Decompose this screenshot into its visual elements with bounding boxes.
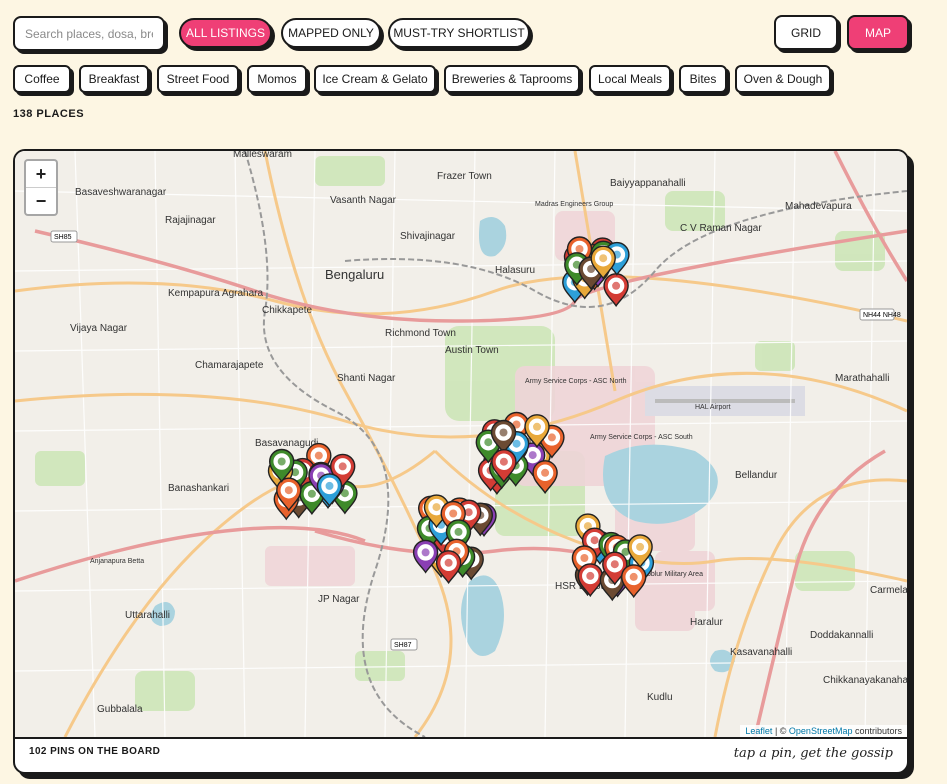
map-label: Chikkanayakanahalli [823,675,907,686]
map-label: Gubbalala [97,704,143,715]
attribution-suffix: contributors [852,726,902,736]
map-label: C V Raman Nagar [680,223,762,234]
zoom-out-button[interactable]: − [26,187,56,214]
map-label: Vijaya Nagar [70,323,128,334]
map-label: Kudlu [647,692,673,703]
map-label: Shivajinagar [400,231,456,242]
category-ice-cream[interactable]: Ice Cream & Gelato [314,65,436,93]
map-label: Madras Engineers Group [535,201,613,208]
map-canvas[interactable]: Malleswaram Frazer Town Basaveshwaranaga… [15,151,907,739]
map-label: Baiyyappanahalli [610,178,686,189]
road-shield: SH87 [394,642,412,649]
map-tagline: tap a pin, get the gossip [733,746,893,761]
category-bites[interactable]: Bites [679,65,727,93]
category-momos[interactable]: Momos [247,65,307,93]
map-label: Ibblur Military Area [645,571,703,578]
map-label: Chikkapete [262,305,312,316]
map-label: Rajajinagar [165,215,216,226]
map-label: Austin Town [445,345,499,356]
category-oven-dough[interactable]: Oven & Dough [735,65,831,93]
filter-must-try-button[interactable]: MUST-TRY SHORTLIST [388,18,530,48]
map-label: Carmela [870,585,907,596]
map-label: HAL Airport [695,404,731,411]
map-attribution: Leaflet | © OpenStreetMap contributors [740,725,907,737]
map-label: Halasuru [495,265,535,276]
attribution-separator: | © [772,726,789,736]
map-label: Uttarahalli [125,610,170,621]
road-shield: NH44 NH48 [863,312,901,319]
map-label: Basaveshwaranagar [75,187,167,198]
places-count: 138 PLACES [13,108,85,120]
map-label: Vasanth Nagar [330,195,397,206]
map-label: Basavanagudi [255,438,318,449]
search-input[interactable] [13,16,165,51]
zoom-in-button[interactable]: + [26,161,56,187]
map-label: Kempapura Agrahara [168,288,264,299]
map-card: Malleswaram Frazer Town Basaveshwaranaga… [13,149,909,774]
road-shield: SH85 [54,234,72,241]
category-local-meals[interactable]: Local Meals [589,65,671,93]
map-label: JP Nagar [318,594,360,605]
map-label: Frazer Town [437,171,492,182]
map-label: Army Service Corps - ASC North [525,378,627,385]
map-label: Richmond Town [385,328,456,339]
map-label: Marathahalli [835,373,889,384]
map-label: Doddakannalli [810,630,873,641]
category-breakfast[interactable]: Breakfast [79,65,149,93]
map-label: Haralur [690,617,723,628]
map-label: Anjanapura Betta [90,558,144,565]
map-label: Kasavanahalli [730,647,792,658]
map-label: Chamarajapete [195,360,264,371]
map-label: Shanti Nagar [337,373,396,384]
zoom-control: + − [24,159,58,216]
map-tiles: Malleswaram Frazer Town Basaveshwaranaga… [15,151,907,737]
map-label: Bellandur [735,470,778,481]
map-label: Malleswaram [233,151,292,160]
leaflet-link[interactable]: Leaflet [745,726,772,736]
grid-view-button[interactable]: GRID [774,15,838,50]
map-label: Bengaluru [325,267,384,282]
category-breweries[interactable]: Breweries & Taprooms [444,65,580,93]
map-label: Army Service Corps - ASC South [590,434,693,441]
map-label: Mahadevapura [785,201,852,212]
map-view-button[interactable]: MAP [847,15,909,50]
category-street-food[interactable]: Street Food [157,65,239,93]
filter-mapped-only-button[interactable]: MAPPED ONLY [281,18,381,48]
map-label: Banashankari [168,483,229,494]
category-coffee[interactable]: Coffee [13,65,71,93]
filter-all-listings-button[interactable]: ALL LISTINGS [179,18,272,48]
osm-link[interactable]: OpenStreetMap [789,726,853,736]
pin-count: 102 PINS ON THE BOARD [29,746,161,757]
